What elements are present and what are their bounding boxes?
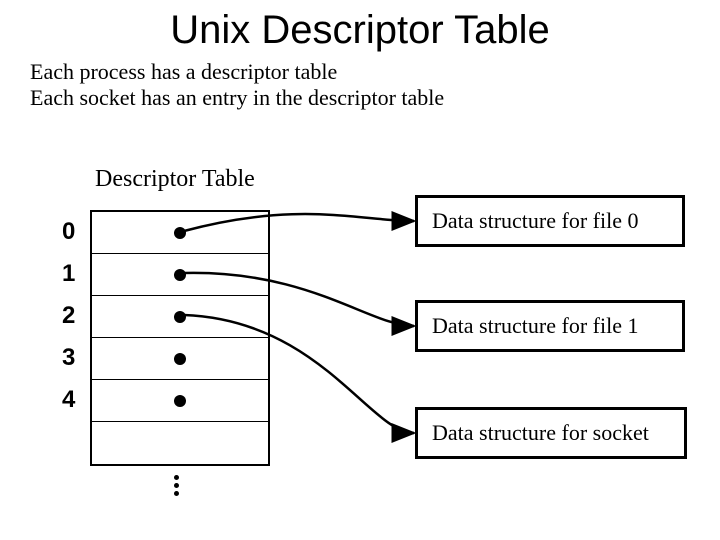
table-row: 4 [92, 380, 268, 422]
descriptor-table-label: Descriptor Table [95, 166, 255, 193]
row-index-1: 1 [62, 260, 75, 288]
descriptor-table: 0 1 2 3 4 [90, 210, 270, 466]
data-structure-socket-box: Data structure for socket [415, 407, 687, 459]
pointer-dot-icon [174, 311, 186, 323]
table-row: 3 [92, 338, 268, 380]
subtitle-block: Each process has a descriptor table Each… [0, 59, 720, 112]
vertical-ellipsis-icon [174, 472, 179, 499]
pointer-dot-icon [174, 395, 186, 407]
subtitle-line-1: Each process has a descriptor table [30, 59, 720, 85]
row-index-4: 4 [62, 386, 75, 414]
data-structure-file-1-box: Data structure for file 1 [415, 300, 685, 352]
subtitle-line-2: Each socket has an entry in the descript… [30, 85, 720, 111]
page-title: Unix Descriptor Table [0, 0, 720, 53]
pointer-dot-icon [174, 227, 186, 239]
table-row: 1 [92, 254, 268, 296]
row-index-0: 0 [62, 218, 75, 246]
table-row: 2 [92, 296, 268, 338]
pointer-dot-icon [174, 269, 186, 281]
pointer-dot-icon [174, 353, 186, 365]
table-row [92, 422, 268, 464]
row-index-3: 3 [62, 344, 75, 372]
row-index-2: 2 [62, 302, 75, 330]
data-structure-file-0-box: Data structure for file 0 [415, 195, 685, 247]
table-row: 0 [92, 212, 268, 254]
